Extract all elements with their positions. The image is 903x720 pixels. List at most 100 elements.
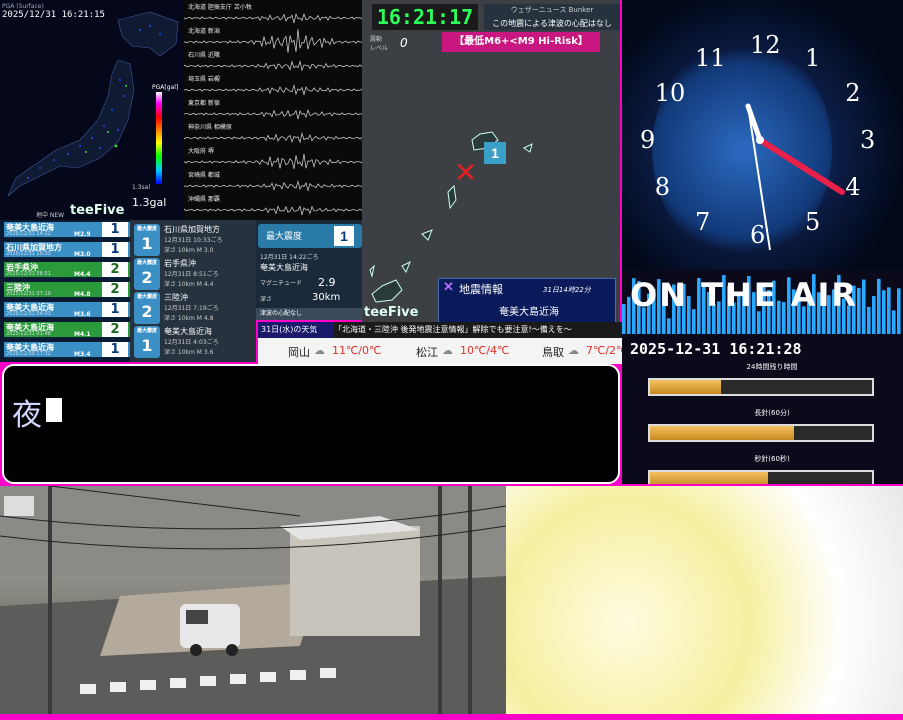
max-intensity-label: 最大震度	[266, 232, 303, 242]
progress-fill	[650, 426, 795, 440]
earthquake-info-box: ✕ 地震情報 31日14時22分 奄美大島近海	[438, 278, 616, 324]
shindo-level-value: 0	[400, 36, 408, 50]
earthquake-info-location: 奄美大島近海	[499, 307, 559, 318]
progress-bar	[648, 424, 874, 442]
equalizer-bar	[862, 279, 866, 334]
intensity-badge-label: 最大震度	[136, 294, 157, 300]
max-intensity-location: 奄美大島近海	[260, 263, 308, 272]
progress-label: 長針(60分)	[754, 409, 790, 417]
clock-numeral: 5	[805, 207, 821, 236]
intensity-badge-value: 1	[141, 234, 153, 253]
tsunami-status: 津波の心配なし	[256, 308, 364, 320]
equalizer-bar	[757, 311, 761, 334]
equalizer-bar	[887, 287, 891, 334]
waveform-trace	[184, 12, 362, 24]
quake-intensity: 2	[102, 322, 128, 337]
shindo-level-label: 震動 レベル	[370, 34, 388, 52]
waveform-trace	[184, 132, 362, 144]
weather-city: 松江	[416, 346, 438, 359]
clock-numeral: 12	[750, 31, 781, 60]
hour-hand	[757, 137, 845, 195]
equalizer-bar	[622, 304, 626, 334]
quake-detail-list: 最大震度 1 石川県加賀地方 12月31日 10:33ごろ 深さ 10km M 3.0 最…	[130, 220, 256, 362]
waveform-trace	[184, 109, 362, 120]
quake-magnitude: M3.0	[74, 251, 91, 258]
equalizer-bar	[872, 296, 876, 334]
overexposed-camera-feed	[506, 486, 903, 714]
pga-legend-title: PGA[gal]	[152, 84, 179, 91]
max-intensity-panel: 最大震度 1 12月31日 14:22ごろ 奄美大島近海 マグニチュード 2.9…	[256, 220, 364, 310]
waveform-station-label: 大阪府 堺	[188, 148, 214, 155]
quake-detail-depth: 深さ 10km M 4.8	[164, 315, 214, 322]
quake-intensity: 1	[102, 242, 128, 257]
intensity-badge: 最大震度 2	[134, 258, 160, 290]
depth-label: 深さ	[260, 296, 273, 303]
progress-fill	[650, 380, 722, 394]
max-intensity-value: 1	[334, 226, 354, 246]
equalizer-bar	[882, 290, 886, 334]
on-the-air-panel: ON THE AIR 2025-12-31 16:21:28 24時間残り時間長…	[622, 270, 903, 484]
equalizer-bar	[667, 318, 671, 334]
quake-intensity: 1	[102, 222, 128, 237]
waveform-station-label: 北海道 胆振支庁 苫小牧	[188, 4, 252, 11]
progress-label: 秒針(60秒)	[754, 455, 790, 463]
intensity-badge-label: 最大震度	[136, 226, 157, 232]
quake-datetime: 2025/12/31 07:19	[6, 291, 51, 297]
weather-icon: ☁	[442, 344, 453, 357]
quake-datetime: 2025/12/31 08:51	[6, 271, 51, 277]
weather-city: 岡山	[288, 346, 310, 359]
brand-logo: teeFive	[70, 203, 125, 218]
waveform-trace	[184, 83, 362, 96]
waveform-trace	[184, 153, 362, 169]
shindo-level-label-line1: 震動	[370, 36, 383, 43]
tsunami-message: ウェザーニュース Bunker この地震による津波の心配はなし	[484, 4, 620, 30]
clock-numeral: 9	[640, 126, 656, 154]
waveform-station-label: 沖縄県 那覇	[188, 196, 220, 203]
quake-list-row: 奄美大島近海 2025/12/31 04:03 M3.6 1	[4, 302, 130, 318]
street-scene	[0, 486, 506, 714]
quake-detail-time: 12月31日 8:51ごろ	[164, 271, 219, 278]
quake-detail-name: 石川県加賀地方	[164, 225, 220, 234]
quake-detail-name: 岩手県沖	[164, 259, 196, 268]
intensity-badge-value: 2	[141, 268, 153, 287]
quake-intensity: 2	[102, 282, 128, 297]
tsunami-message-line2: この地震による津波の心配はなし	[492, 19, 612, 28]
waveform-station-label: 東京都 新宿	[188, 100, 220, 107]
clock-numeral: 8	[654, 173, 671, 202]
waveform-panel: 北海道 胆振支庁 苫小牧 北海道 新潟 石川県 近隣 埼玉県 岩槻 東京都 新宿 神奈川県…	[184, 0, 362, 222]
quake-datetime: 2025/12/31 01:48	[6, 331, 51, 337]
weather-temperature: 11℃/0℃	[332, 344, 382, 357]
weather-icon: ☁	[568, 344, 579, 357]
pga-scale-label: 1.3sal	[132, 184, 151, 191]
equalizer-bar	[892, 310, 896, 334]
quake-datetime: 2025/12/30 17:32	[6, 351, 51, 357]
analog-clock: 12 1 2 3 4 5 6 7 8 9 10 11	[622, 0, 903, 270]
quake-list-row: 奄美大島近海 2025/12/31 01:48 M4.1 2	[4, 322, 130, 338]
clock-numeral: 10	[654, 78, 686, 107]
progress-bar	[648, 378, 874, 396]
quake-list-row: 三陸沖 2025/12/31 07:19 M4.8 2	[4, 282, 130, 298]
max-intensity-time: 12月31日 14:22ごろ	[260, 254, 319, 261]
intensity-badge: 最大震度 1	[134, 326, 160, 358]
clock-numeral: 6	[750, 220, 766, 249]
tsunami-message-line1: ウェザーニュース Bunker	[510, 6, 594, 14]
waveform-trace	[184, 60, 362, 72]
epicenter-x-icon: ✕	[454, 156, 478, 189]
night-message-box: 夜	[2, 364, 620, 484]
clock-numeral: 1	[805, 44, 821, 73]
quake-detail-name: 奄美大島近海	[164, 327, 212, 336]
weather-temperature: 7℃/2℃	[586, 344, 622, 357]
quake-list-row: 岩手県沖 2025/12/31 08:51 M4.4 2	[4, 262, 130, 278]
magnitude-label: マグニチュード	[260, 280, 303, 287]
progress-fill	[650, 472, 768, 484]
quake-magnitude: M4.1	[74, 331, 91, 338]
earthquake-info-time: 31日14時22分	[543, 286, 591, 294]
intensity-badge-label: 最大震度	[136, 328, 157, 334]
quake-magnitude: M3.4	[74, 351, 91, 358]
intensity-badge: 最大震度 1	[134, 224, 160, 256]
equalizer-bar	[867, 306, 871, 334]
map-sublabel: 地中 NEW	[36, 212, 65, 219]
quake-intensity: 1	[102, 342, 128, 357]
clock-numeral: 2	[845, 78, 861, 107]
depth-value: 30km	[312, 292, 341, 303]
